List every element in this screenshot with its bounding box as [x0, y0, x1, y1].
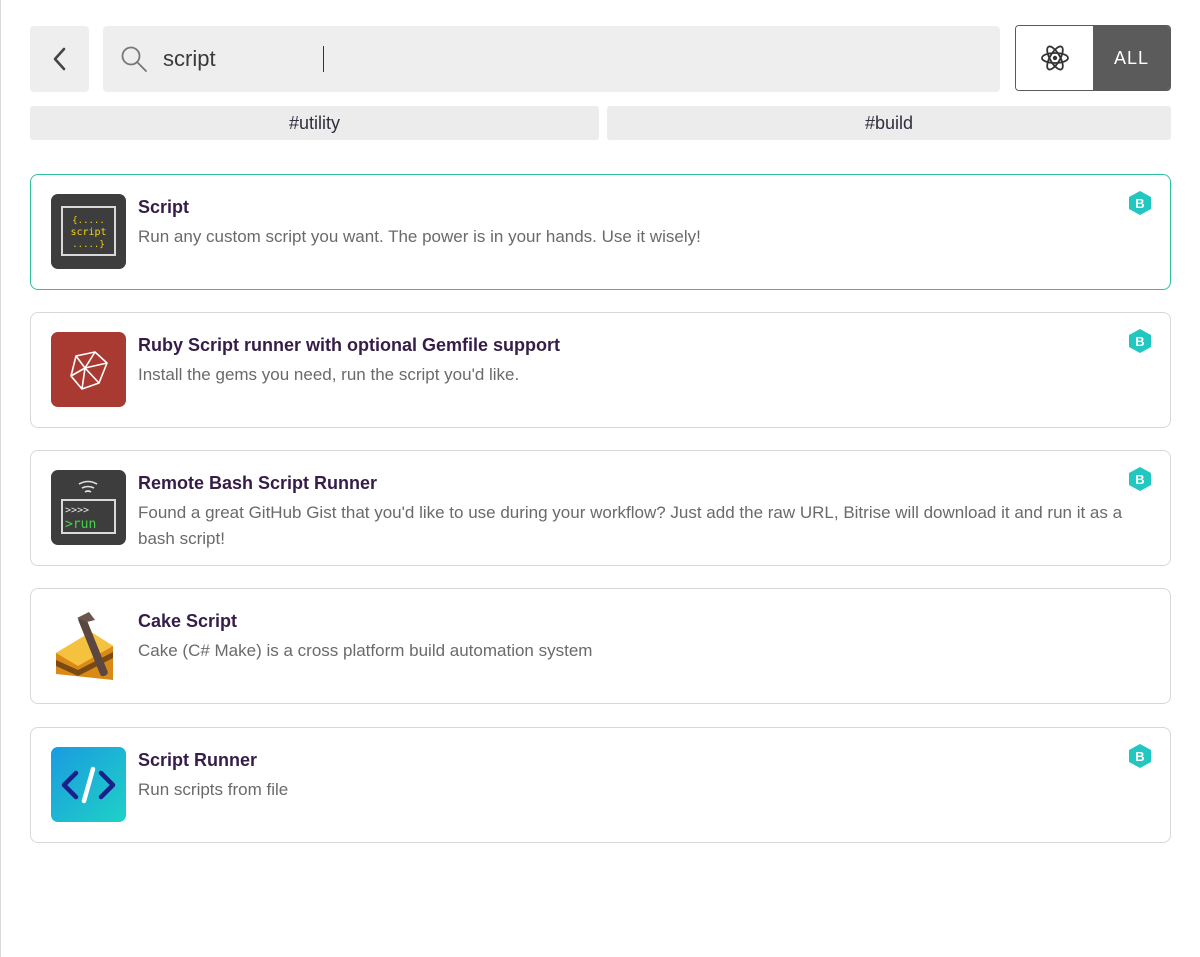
tag-build[interactable]: #build: [607, 106, 1171, 140]
search-input[interactable]: [163, 39, 963, 79]
bitrise-verified-badge-icon: B: [1129, 329, 1151, 353]
script-icon-line-3: .....}: [72, 240, 105, 250]
react-native-filter-option[interactable]: [1016, 26, 1093, 90]
step-title: Script Runner: [138, 750, 258, 770]
bash-icon-line-1: >>>>: [65, 505, 89, 516]
script-icon-line-2: script: [70, 227, 106, 238]
script-step-icon: {..... script .....}: [51, 194, 126, 269]
step-description: Install the gems you need, run the scrip…: [138, 365, 520, 384]
bash-icon-line-2: >run: [65, 517, 96, 532]
text-caret: [323, 46, 324, 72]
chevron-left-icon: [53, 47, 65, 71]
svg-text:B: B: [1135, 749, 1144, 764]
step-card-ruby-script-runner[interactable]: Ruby Script runner with optional Gemfile…: [30, 312, 1171, 428]
step-description: Cake (C# Make) is a cross platform build…: [138, 641, 593, 660]
script-icon-line-1: {.....: [72, 216, 105, 226]
ruby-gem-icon: [51, 332, 126, 407]
svg-text:B: B: [1135, 472, 1144, 487]
svg-text:B: B: [1135, 196, 1144, 211]
step-card-script-runner[interactable]: Script Runner Run scripts from file B: [30, 727, 1171, 843]
step-card-cake-script[interactable]: Cake Script Cake (C# Make) is a cross pl…: [30, 588, 1171, 704]
react-atom-icon: [1040, 45, 1069, 71]
platform-filter-toggle[interactable]: ALL: [1015, 25, 1171, 91]
bitrise-verified-badge-icon: B: [1129, 191, 1151, 215]
step-description: Run scripts from file: [138, 780, 289, 799]
cake-wrench-icon: [51, 608, 126, 683]
panel-edge: [0, 0, 1, 957]
tag-utility[interactable]: #utility: [30, 106, 599, 140]
back-button[interactable]: [30, 26, 89, 92]
step-title: Ruby Script runner with optional Gemfile…: [138, 335, 561, 355]
step-title: Remote Bash Script Runner: [138, 473, 378, 493]
bitrise-verified-badge-icon: B: [1129, 467, 1151, 491]
svg-text:B: B: [1135, 334, 1144, 349]
all-filter-option[interactable]: ALL: [1093, 26, 1170, 90]
search-icon: [119, 44, 149, 74]
step-description: Found a great GitHub Gist that you'd lik…: [138, 503, 1123, 548]
step-title: Script: [138, 197, 190, 217]
step-description: Run any custom script you want. The powe…: [138, 227, 701, 246]
step-card-remote-bash-script-runner[interactable]: >>>> >run Remote Bash Script Runner Foun…: [30, 450, 1171, 566]
code-brackets-icon: [51, 747, 126, 822]
remote-bash-icon: >>>> >run: [51, 470, 126, 545]
bitrise-verified-badge-icon: B: [1129, 744, 1151, 768]
search-bar[interactable]: [103, 26, 1000, 92]
step-card-script[interactable]: {..... script .....} Script Run any cust…: [30, 174, 1171, 290]
step-title: Cake Script: [138, 611, 238, 631]
